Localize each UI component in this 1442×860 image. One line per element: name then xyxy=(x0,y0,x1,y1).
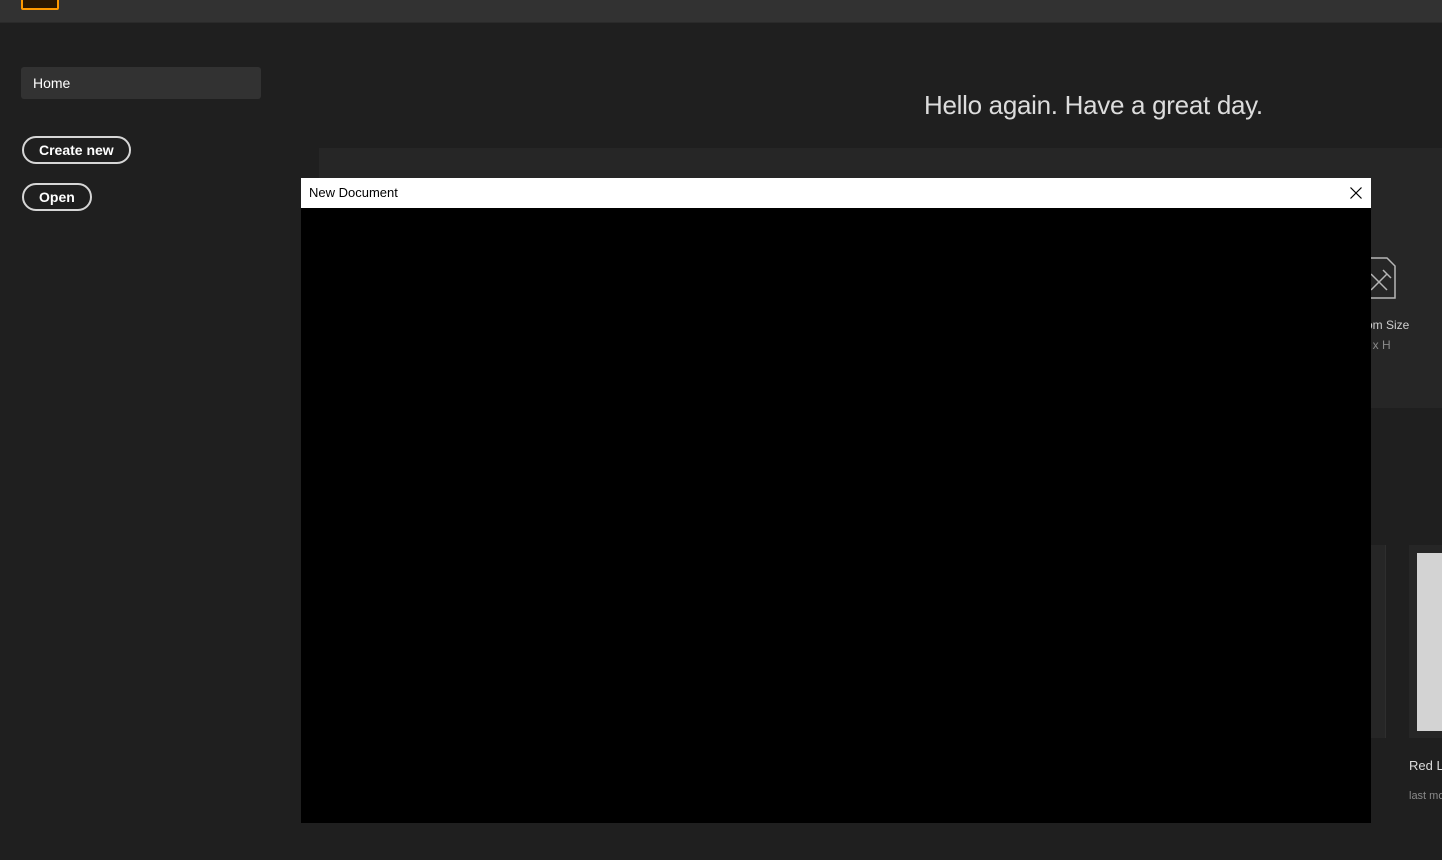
dialog-content xyxy=(301,208,1371,823)
recent-file-preview xyxy=(1417,553,1442,731)
app-logo-icon[interactable] xyxy=(21,0,59,10)
dialog-title: New Document xyxy=(309,185,398,200)
dialog-titlebar[interactable]: New Document xyxy=(301,178,1371,208)
close-icon[interactable] xyxy=(1341,178,1371,208)
recent-file-thumbnail[interactable] xyxy=(1409,545,1442,738)
app-topbar xyxy=(0,0,1442,23)
recent-file-modified: last mo xyxy=(1409,790,1442,802)
sidebar-item-home[interactable]: Home xyxy=(21,67,261,99)
new-document-dialog: New Document xyxy=(301,178,1371,823)
custom-size-label: om Size xyxy=(1366,318,1410,332)
greeting-text: Hello again. Have a great day. xyxy=(924,90,1263,120)
create-new-button[interactable]: Create new xyxy=(22,136,131,164)
open-button[interactable]: Open xyxy=(22,183,92,211)
recent-file-name[interactable]: Red L xyxy=(1409,758,1442,773)
